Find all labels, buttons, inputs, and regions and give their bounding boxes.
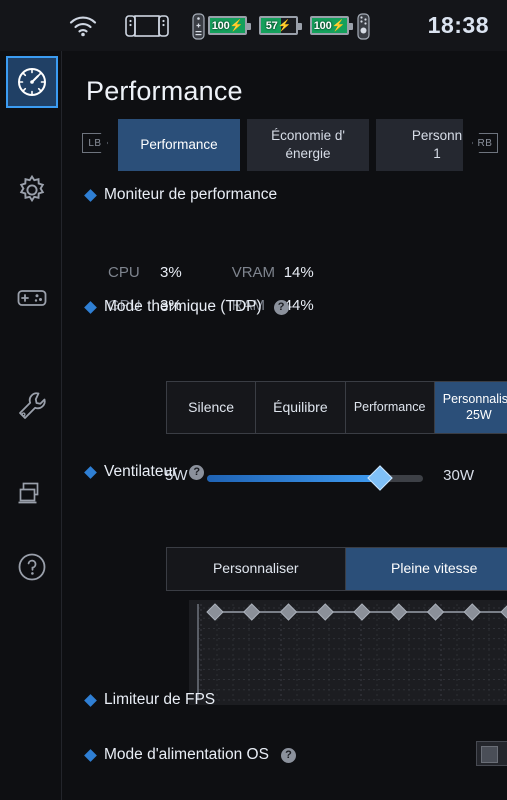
help-question-icon[interactable]: ? <box>189 464 205 480</box>
left-joycon-battery: 100 ⚡ <box>208 16 251 35</box>
thermal-title: Mode thermique (TDP) <box>104 298 262 315</box>
tab-custom-1[interactable]: Personn 1 <box>376 119 463 171</box>
fps-limiter-title: Limiteur de FPS <box>104 691 216 708</box>
tab-performance[interactable]: Performance <box>118 119 240 171</box>
tab-label: Personn 1 <box>411 127 463 161</box>
fan-title: Ventilateur <box>104 463 178 480</box>
gear-icon <box>17 175 47 205</box>
tdp-slider-fill <box>207 475 380 482</box>
stat-value: 3% <box>160 264 182 281</box>
performance-gauge-icon <box>16 66 48 98</box>
charging-bolt-icon: ⚡ <box>277 20 292 32</box>
option-label: Pleine vitesse <box>391 560 478 577</box>
diamond-bullet-icon <box>84 300 97 314</box>
lb-label: LB <box>88 137 102 149</box>
stat-value: 14% <box>283 264 314 281</box>
os-power-header: Mode d'alimentation OS ? <box>84 746 296 764</box>
fps-limiter-toggle[interactable] <box>476 741 507 766</box>
sidebar-item-controller[interactable] <box>6 272 58 324</box>
stat-vram: VRAM 14% <box>232 264 314 281</box>
thermal-option-balance[interactable]: Équilibre <box>256 382 346 433</box>
rb-bumper-hint[interactable]: RB <box>472 133 498 153</box>
right-joycon-icon <box>357 12 370 40</box>
gamepad-icon <box>17 287 47 309</box>
handheld-device-icon <box>116 13 178 39</box>
console-battery: 57 ⚡ <box>259 16 302 35</box>
battery-level-label: 100 <box>211 19 230 32</box>
sidebar-item-settings[interactable] <box>6 164 58 216</box>
sidebar-item-help[interactable] <box>6 541 58 593</box>
tabs: Performance Économie d' énergie Personn 1 <box>118 119 463 171</box>
sidebar <box>0 51 62 800</box>
tab-label: Performance <box>140 136 218 152</box>
stat-cpu: CPU 3% <box>108 264 182 281</box>
thermal-section-header: Mode thermique (TDP) ? <box>84 298 289 316</box>
lb-bumper-hint[interactable]: LB <box>82 133 108 153</box>
battery-level-label: 57 <box>265 19 278 32</box>
sidebar-item-tools[interactable] <box>6 380 58 432</box>
option-label: Personnalisé25W <box>442 391 507 422</box>
tdp-slider-handle[interactable] <box>367 465 393 491</box>
sidebar-item-performance[interactable] <box>6 56 58 108</box>
help-question-icon[interactable]: ? <box>273 299 289 315</box>
fan-mode-segmented: Personnaliser Pleine vitesse <box>166 547 507 591</box>
content-area: Performance LB Performance Économie d' é… <box>62 51 507 800</box>
charging-bolt-icon: ⚡ <box>331 20 346 32</box>
wifi-icon <box>62 15 104 37</box>
option-label: Équilibre <box>273 398 328 415</box>
thermal-mode-segmented: Silence Équilibre Performance Personnali… <box>166 381 507 434</box>
option-label: Silence <box>188 398 235 415</box>
toggle-knob <box>481 746 498 763</box>
charging-bolt-icon: ⚡ <box>229 20 244 32</box>
clock: 18:38 <box>427 12 489 38</box>
tab-label: Économie d' énergie <box>271 127 345 161</box>
fan-section-header: Ventilateur ? <box>84 463 205 481</box>
option-label: Personnaliser <box>212 560 299 577</box>
tdp-slider-max-label: 30W <box>443 467 474 484</box>
status-bar: 100 ⚡ 57 ⚡ 100 ⚡ 18:38 <box>0 0 507 51</box>
wrench-icon <box>17 391 47 421</box>
windows-display-icon <box>17 481 47 507</box>
diamond-bullet-icon <box>84 188 97 202</box>
diamond-bullet-icon <box>84 748 97 762</box>
battery-group: 100 ⚡ 57 ⚡ 100 ⚡ <box>192 12 370 40</box>
tdp-slider-track[interactable] <box>207 465 423 491</box>
diamond-bullet-icon <box>84 693 97 707</box>
fan-curve-graph[interactable] <box>189 600 507 705</box>
option-label: Performance <box>353 399 426 414</box>
diamond-bullet-icon <box>84 465 97 479</box>
tab-energy-saving[interactable]: Économie d' énergie <box>247 119 369 171</box>
sidebar-item-display[interactable] <box>6 468 58 520</box>
right-joycon-battery: 100 ⚡ <box>310 16 353 35</box>
status-bar-icons: 100 ⚡ 57 ⚡ 100 ⚡ <box>62 12 428 40</box>
fan-option-customize[interactable]: Personnaliser <box>167 548 346 590</box>
fan-option-full-speed[interactable]: Pleine vitesse <box>345 548 507 590</box>
monitor-section-header: Moniteur de performance <box>84 186 278 204</box>
app-root: 100 ⚡ 57 ⚡ 100 ⚡ 18:38 Performance LB Pe… <box>0 0 507 800</box>
monitor-title: Moniteur de performance <box>104 186 278 203</box>
fan-curve-plot <box>197 603 507 701</box>
rb-label: RB <box>477 137 493 149</box>
page-title: Performance <box>86 76 243 106</box>
thermal-option-silence[interactable]: Silence <box>167 382 257 433</box>
battery-level-label: 100 <box>313 19 332 32</box>
os-power-title: Mode d'alimentation OS <box>104 746 269 763</box>
left-joycon-icon <box>192 12 205 40</box>
stat-key: VRAM <box>231 264 276 281</box>
thermal-option-custom[interactable]: Personnalisé25W <box>434 382 507 433</box>
stat-key: CPU <box>108 264 140 281</box>
help-question-icon[interactable]: ? <box>280 747 296 763</box>
help-question-icon <box>17 552 47 582</box>
monitor-row: CPU 3% VRAM 14% <box>108 256 438 289</box>
tab-row: LB Performance Économie d' énergie Perso… <box>62 119 507 171</box>
fps-limiter-header: Limiteur de FPS <box>84 691 216 709</box>
thermal-option-performance[interactable]: Performance <box>345 382 435 433</box>
